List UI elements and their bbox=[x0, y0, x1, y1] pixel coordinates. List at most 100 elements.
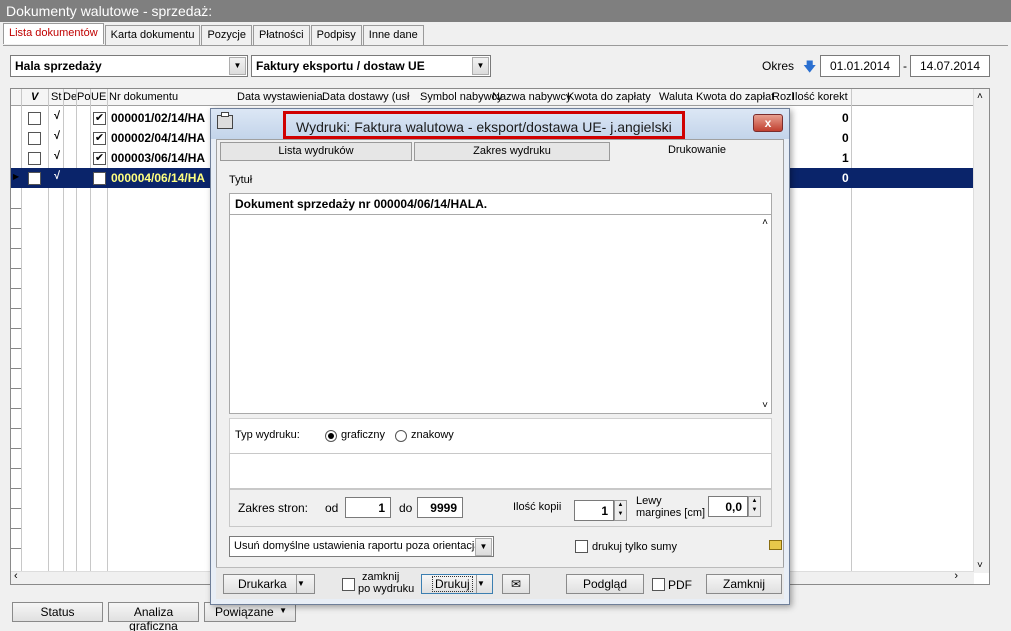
od-input[interactable]: 1 bbox=[345, 497, 391, 518]
period-label: Okres bbox=[762, 59, 795, 73]
row-status-tick: √ bbox=[54, 110, 61, 122]
radio-znakowy[interactable] bbox=[395, 430, 407, 442]
chevron-down-icon[interactable]: ▼ bbox=[472, 57, 489, 75]
row-select-checkbox[interactable] bbox=[28, 112, 41, 125]
lewy-margines-stepper[interactable]: ▲ ▼ bbox=[748, 496, 761, 517]
row-ilosc-korekt: 0 bbox=[842, 131, 849, 145]
tab-drukowanie[interactable]: Drukowanie bbox=[612, 142, 782, 161]
print-options-panel bbox=[229, 453, 772, 489]
dialog-title: Wydruki: Faktura walutowa - eksport/dost… bbox=[283, 111, 685, 139]
col-data-dostawy[interactable]: Data dostawy (usł bbox=[322, 91, 409, 103]
print-dialog: Wydruki: Faktura walutowa - eksport/dost… bbox=[210, 108, 790, 605]
zamknij-po-wydruku-checkbox[interactable] bbox=[342, 578, 355, 591]
tab-platnosci[interactable]: Płatności bbox=[252, 25, 310, 45]
row-marker bbox=[11, 208, 21, 209]
row-ue-checkbox[interactable]: ✔ bbox=[93, 112, 106, 125]
zamknij-po-wydruku-line2: po wydruku bbox=[358, 583, 415, 595]
drukarka-button[interactable]: Drukarka ▼ bbox=[223, 574, 315, 594]
tab-podpisy[interactable]: Podpisy bbox=[310, 25, 362, 45]
col-data-wystawienia[interactable]: Data wystawienia bbox=[237, 91, 323, 103]
chevron-up-icon[interactable]: ˄ bbox=[977, 91, 983, 102]
col-ue[interactable]: UE bbox=[91, 91, 106, 103]
sort-down-arrow-icon[interactable]: 🡇 bbox=[803, 58, 816, 80]
row-ilosc-korekt: 0 bbox=[842, 111, 849, 125]
row-marker bbox=[11, 468, 21, 469]
powiazane-button[interactable]: Powiązane ▼ bbox=[204, 602, 296, 622]
close-icon[interactable]: x bbox=[753, 114, 783, 132]
reset-settings-select[interactable]: Usuń domyślne ustawienia raportu poza or… bbox=[229, 536, 494, 557]
chevron-down-icon: ▼ bbox=[279, 606, 287, 615]
col-rozl[interactable]: Rozl bbox=[772, 91, 794, 103]
chevron-down-icon[interactable]: ▼ bbox=[476, 575, 492, 593]
tab-divider bbox=[3, 45, 1008, 46]
row-doc-number: 000003/06/14/HA bbox=[111, 151, 206, 165]
row-marker bbox=[11, 388, 21, 389]
col-kwota-do-zaplaty[interactable]: Kwota do zapłaty bbox=[567, 91, 651, 103]
row-ue-checkbox[interactable] bbox=[93, 172, 106, 185]
podglad-button[interactable]: Podgląd bbox=[566, 574, 644, 594]
col-po[interactable]: Po bbox=[77, 91, 90, 103]
tab-lista-dokumentow[interactable]: Lista dokumentów bbox=[3, 23, 104, 44]
drukuj-sumy-label[interactable]: drukuj tylko sumy bbox=[592, 541, 677, 553]
status-button[interactable]: Status bbox=[12, 602, 103, 622]
dialog-body: Lista wydruków Zakres wydruku Drukowanie… bbox=[216, 139, 784, 599]
col-ilosc-korekt[interactable]: Ilość korekt bbox=[792, 91, 848, 103]
row-select-checkbox[interactable] bbox=[28, 172, 41, 185]
radio-znakowy-label[interactable]: znakowy bbox=[411, 429, 454, 441]
zamknij-po-wydruku-label[interactable]: zamknij po wydruku bbox=[358, 571, 414, 595]
tab-lista-wydrukow[interactable]: Lista wydruków bbox=[220, 142, 412, 161]
date-separator: - bbox=[903, 59, 907, 73]
col-st[interactable]: St bbox=[51, 91, 61, 103]
col-nazwa-nabywcy[interactable]: Nazwa nabywcy bbox=[492, 91, 571, 103]
chevron-down-icon[interactable]: ▼ bbox=[296, 575, 314, 593]
col-de[interactable]: De bbox=[63, 91, 77, 103]
folder-icon[interactable] bbox=[769, 540, 782, 550]
pdf-checkbox[interactable] bbox=[652, 578, 665, 591]
date-to-input[interactable]: 14.07.2014 bbox=[910, 55, 990, 77]
drukuj-button[interactable]: Drukuj ▼ bbox=[421, 574, 493, 594]
tytul-input[interactable]: Dokument sprzedaży nr 000004/06/14/HALA. bbox=[229, 193, 772, 215]
row-ue-checkbox[interactable]: ✔ bbox=[93, 132, 106, 145]
row-ue-checkbox[interactable]: ✔ bbox=[93, 152, 106, 165]
tab-inne-dane[interactable]: Inne dane bbox=[362, 25, 424, 45]
chevron-down-icon[interactable]: ▼ bbox=[229, 57, 246, 75]
col-waluta[interactable]: Waluta bbox=[659, 91, 693, 103]
email-icon[interactable]: ✉ bbox=[502, 574, 530, 594]
reset-settings-value: Usuń domyślne ustawienia raportu poza or… bbox=[234, 540, 490, 552]
chevron-down-icon[interactable]: ˅ bbox=[977, 560, 983, 571]
drukuj-sumy-checkbox[interactable] bbox=[575, 540, 588, 553]
col-v[interactable]: V bbox=[31, 91, 38, 103]
tab-pozycje[interactable]: Pozycje bbox=[201, 25, 252, 45]
analiza-graficzna-button[interactable]: Analiza graficzna bbox=[108, 602, 199, 631]
tab-zakres-wydruku[interactable]: Zakres wydruku bbox=[414, 142, 610, 161]
row-select-checkbox[interactable] bbox=[28, 132, 41, 145]
chevron-down-icon[interactable]: ▼ bbox=[475, 538, 492, 556]
ilosc-kopii-stepper[interactable]: ▲ ▼ bbox=[614, 500, 627, 521]
radio-graficzny[interactable] bbox=[325, 430, 337, 442]
col-kwota-do-zaplat[interactable]: Kwota do zapłat bbox=[696, 91, 774, 103]
doc-type-select[interactable]: Faktury eksportu / dostaw UE ▼ bbox=[251, 55, 491, 77]
warehouse-select-value: Hala sprzedaży bbox=[15, 59, 102, 73]
zamknij-button[interactable]: Zamknij bbox=[706, 574, 782, 594]
chevron-up-icon[interactable]: ˄ bbox=[762, 217, 768, 228]
lewy-margines-input[interactable]: 0,0 bbox=[708, 496, 748, 517]
col-nr-dokumentu[interactable]: Nr dokumentu bbox=[109, 91, 178, 103]
col-symbol-nabywcy[interactable]: Symbol nabywcy bbox=[420, 91, 503, 103]
radio-graficzny-label[interactable]: graficzny bbox=[341, 429, 385, 441]
row-select-checkbox[interactable] bbox=[28, 152, 41, 165]
tab-karta-dokumentu[interactable]: Karta dokumentu bbox=[104, 25, 201, 45]
date-from-input[interactable]: 01.01.2014 bbox=[820, 55, 900, 77]
row-marker bbox=[11, 428, 21, 429]
tytul-textarea[interactable]: ˄ ˅ bbox=[229, 214, 772, 414]
do-input[interactable]: 9999 bbox=[417, 497, 463, 518]
chevron-left-icon[interactable]: ‹ bbox=[14, 570, 18, 582]
vertical-scrollbar[interactable]: ˄ ˅ bbox=[973, 89, 989, 573]
ilosc-kopii-input[interactable]: 1 bbox=[574, 500, 614, 521]
row-doc-number: 000001/02/14/HA bbox=[111, 111, 206, 125]
chevron-down-icon[interactable]: ˅ bbox=[762, 400, 768, 411]
chevron-right-icon[interactable]: › bbox=[954, 570, 958, 582]
row-marker bbox=[11, 308, 21, 309]
row-marker bbox=[11, 228, 21, 229]
pdf-label[interactable]: PDF bbox=[668, 578, 692, 592]
warehouse-select[interactable]: Hala sprzedaży ▼ bbox=[10, 55, 248, 77]
